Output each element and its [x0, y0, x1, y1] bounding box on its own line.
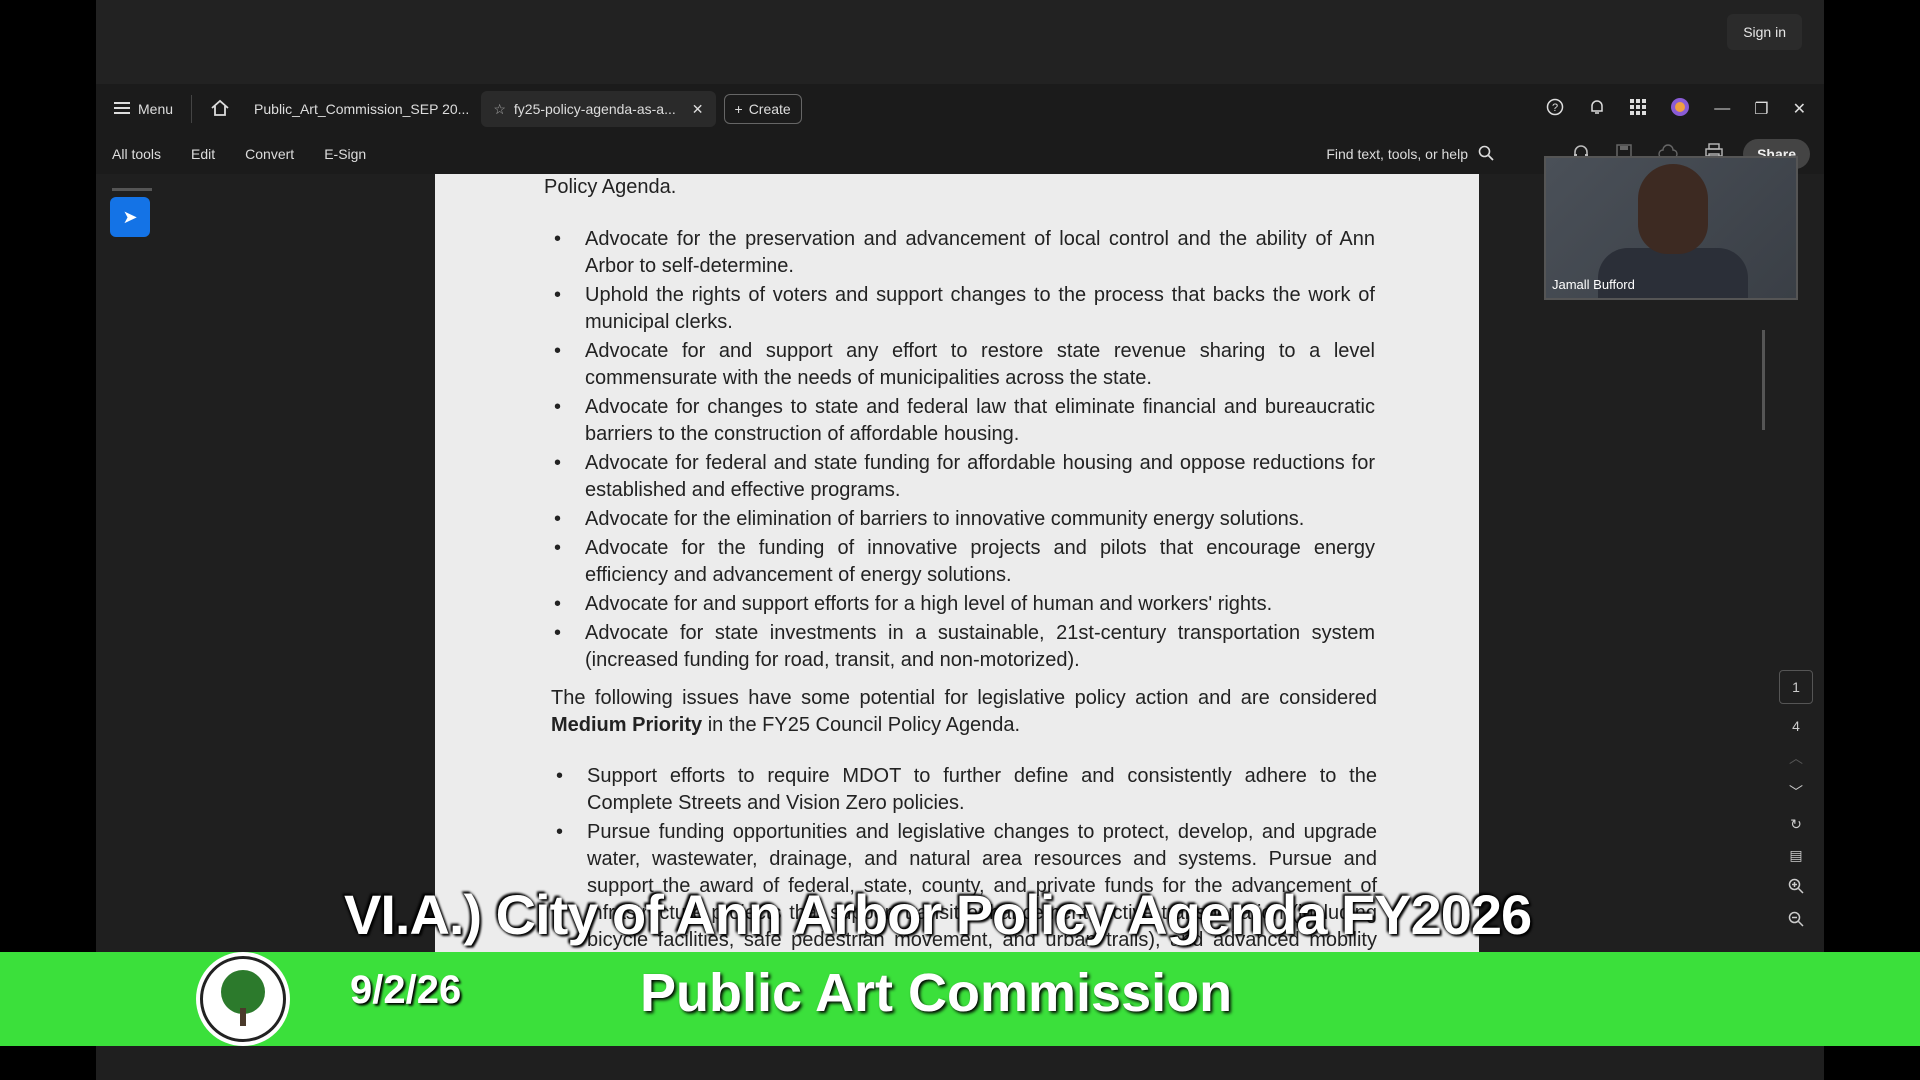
- menu-label: Menu: [138, 101, 174, 117]
- webcam-overlay: Jamall Bufford: [1544, 156, 1798, 300]
- help-icon[interactable]: ?: [1546, 98, 1564, 121]
- rail-grip: [112, 188, 152, 191]
- find-search[interactable]: Find text, tools, or help: [1326, 134, 1494, 174]
- page-save-icon[interactable]: ▤: [1789, 847, 1802, 864]
- list-item: Support efforts to require MDOT to furth…: [556, 763, 1377, 817]
- select-tool-button[interactable]: ➤: [110, 197, 150, 237]
- edit-menu[interactable]: Edit: [191, 146, 215, 162]
- restore-icon[interactable]: ❐: [1754, 99, 1768, 119]
- page-navigation-panel: 1 4 ︿ ﹀ ↻ ▤: [1778, 670, 1814, 1000]
- plus-icon: +: [734, 101, 743, 117]
- list-item: Advocate for the funding of innovative p…: [554, 535, 1375, 589]
- home-button[interactable]: [198, 91, 242, 127]
- list-item: Advocate for the preservation and advanc…: [554, 226, 1375, 280]
- window-controls: ? — ❐ ✕: [1546, 84, 1806, 134]
- all-tools-menu[interactable]: All tools: [112, 146, 161, 162]
- doc-intro-text: Policy Agenda.: [544, 176, 677, 198]
- list-item: Advocate for the elimination of barriers…: [554, 506, 1375, 533]
- list-item: Advocate for changes to state and federa…: [554, 394, 1375, 448]
- tab-public-art-commission[interactable]: Public_Art_Commission_SEP 20...: [242, 91, 481, 127]
- zoom-out-icon[interactable]: [1788, 911, 1804, 930]
- browser-top-bar: Sign in: [96, 0, 1824, 84]
- create-button[interactable]: + Create: [723, 94, 802, 124]
- chevron-up-icon[interactable]: ︿: [1789, 748, 1803, 768]
- search-icon[interactable]: [1478, 145, 1494, 164]
- hamburger-icon: [114, 101, 130, 117]
- star-icon[interactable]: ☆: [493, 101, 506, 118]
- list-item: Advocate for and support efforts for a h…: [554, 591, 1375, 618]
- list-item: Advocate for state investments in a sust…: [554, 620, 1375, 674]
- close-window-icon[interactable]: ✕: [1793, 99, 1806, 119]
- chevron-down-icon[interactable]: ﹀: [1789, 782, 1803, 802]
- medium-priority-intro: The following issues have some potential…: [551, 687, 1377, 736]
- participant-name: Jamall Bufford: [1552, 277, 1635, 292]
- list-item: Advocate for federal and state funding f…: [554, 450, 1375, 504]
- create-label: Create: [748, 101, 791, 117]
- list-item: Uphold the rights of voters and support …: [554, 282, 1375, 336]
- tab-label: fy25-policy-agenda-as-a...: [513, 101, 676, 117]
- current-page-number[interactable]: 1: [1779, 670, 1813, 704]
- agenda-item-caption: VI.A.) City of Ann Arbor Policy Agenda F…: [344, 883, 1532, 946]
- tab-policy-agenda[interactable]: ☆ fy25-policy-agenda-as-a... ✕: [481, 91, 716, 127]
- vertical-scrollbar[interactable]: [1762, 330, 1765, 430]
- list-item: Advocate for and support any effort to r…: [554, 338, 1375, 392]
- find-placeholder: Find text, tools, or help: [1326, 146, 1468, 162]
- broadcast-date: 9/2/26: [350, 968, 462, 1012]
- pdf-page: Policy Agenda. Advocate for the preserva…: [435, 174, 1479, 1004]
- esign-menu[interactable]: E-Sign: [324, 146, 366, 162]
- tab-label: Public_Art_Commission_SEP 20...: [254, 101, 470, 117]
- menu-button[interactable]: Menu: [102, 91, 185, 127]
- left-tool-rail: ➤: [110, 188, 154, 248]
- bell-icon[interactable]: [1588, 98, 1606, 121]
- close-tab-icon[interactable]: ✕: [692, 101, 704, 118]
- apps-grid-icon[interactable]: [1630, 98, 1647, 120]
- svg-text:?: ?: [1552, 102, 1558, 114]
- refresh-icon[interactable]: ↻: [1790, 816, 1802, 833]
- profile-avatar-icon[interactable]: [1670, 97, 1690, 122]
- city-seal-logo: [196, 952, 290, 1046]
- minimize-icon[interactable]: —: [1714, 100, 1730, 118]
- zoom-in-icon[interactable]: [1788, 878, 1804, 897]
- broadcast-title: Public Art Commission: [640, 963, 1233, 1023]
- home-icon: [210, 99, 230, 120]
- divider: [191, 95, 193, 123]
- total-pages: 4: [1792, 718, 1800, 734]
- medium-priority-bold: Medium Priority: [551, 714, 703, 736]
- participant-body: [1598, 248, 1748, 298]
- seal-trunk: [240, 1008, 246, 1026]
- cursor-arrow-icon: ➤: [122, 206, 138, 227]
- participant-head: [1638, 164, 1708, 254]
- convert-menu[interactable]: Convert: [245, 146, 294, 162]
- medium-priority-list: Support efforts to require MDOT to furth…: [556, 763, 1377, 983]
- high-priority-list: Advocate for the preservation and advanc…: [554, 226, 1375, 676]
- sign-in-button[interactable]: Sign in: [1727, 14, 1802, 50]
